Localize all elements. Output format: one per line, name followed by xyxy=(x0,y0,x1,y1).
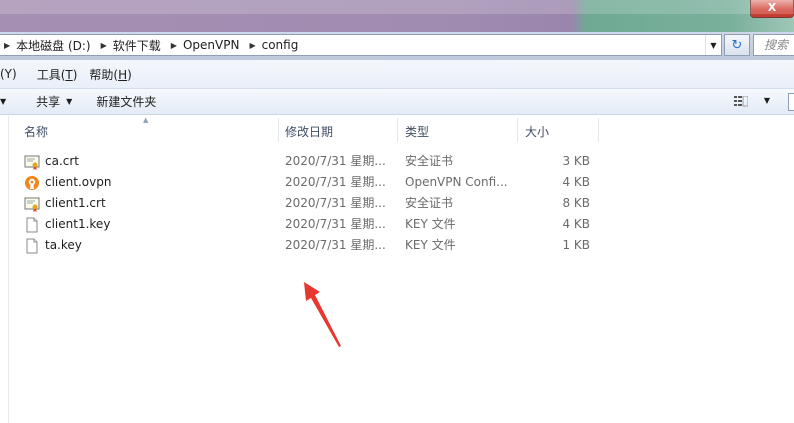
address-row: ▶ 本地磁盘 (D:) ▶ 软件下载 ▶ OpenVPN ▶ config ▼ … xyxy=(0,32,794,60)
file-size: 1 KB xyxy=(562,238,590,252)
column-divider[interactable] xyxy=(278,118,279,142)
breadcrumb-item-config[interactable]: ▶ config xyxy=(245,35,304,55)
file-icon xyxy=(26,238,38,253)
certificate-icon xyxy=(24,155,40,170)
annotation-arrow-icon xyxy=(304,282,341,347)
close-button[interactable]: X xyxy=(750,0,794,18)
file-date: 2020/7/31 星期... xyxy=(285,217,386,231)
chevron-down-icon: ▼ xyxy=(66,97,73,106)
column-divider[interactable] xyxy=(598,118,599,142)
file-type: KEY 文件 xyxy=(405,238,456,252)
close-icon: X xyxy=(767,1,777,14)
file-size: 4 KB xyxy=(562,175,590,189)
menu-item-tools[interactable]: 工具(T) xyxy=(31,66,84,83)
file-date: 2020/7/31 星期... xyxy=(285,154,386,168)
table-row[interactable]: client1.crt 2020/7/31 星期... 安全证书 8 KB xyxy=(20,193,600,214)
file-name: ta.key xyxy=(45,238,82,252)
breadcrumb-item-software[interactable]: ▶ 软件下载 xyxy=(97,35,167,55)
refresh-button[interactable]: ↻ xyxy=(724,34,750,56)
column-header-size[interactable]: 大小 xyxy=(525,118,597,144)
certificate-icon xyxy=(24,197,40,212)
view-dropdown-icon[interactable]: ▼ xyxy=(764,96,770,105)
table-row[interactable]: client1.key 2020/7/31 星期... KEY 文件 4 KB xyxy=(20,214,600,235)
search-input[interactable]: 搜索 xyxy=(753,34,794,56)
file-date: 2020/7/31 星期... xyxy=(285,196,386,210)
table-row[interactable]: ta.key 2020/7/31 星期... KEY 文件 1 KB xyxy=(20,235,600,256)
menu-item-view[interactable]: (Y) xyxy=(0,67,23,81)
chevron-right-icon[interactable]: ▶ xyxy=(171,41,177,50)
chevron-right-icon[interactable]: ▶ xyxy=(249,41,255,50)
new-folder-button[interactable]: 新建文件夹 xyxy=(88,89,164,114)
file-name: client.ovpn xyxy=(45,175,112,189)
chevron-right-icon[interactable]: ▶ xyxy=(101,41,107,50)
view-options-icon[interactable] xyxy=(734,96,748,107)
file-name: ca.crt xyxy=(45,154,80,168)
file-icon xyxy=(26,217,38,232)
table-row[interactable]: client.ovpn 2020/7/31 星期... OpenVPN Conf… xyxy=(20,172,600,193)
column-header-name[interactable]: 名称 xyxy=(24,118,276,144)
chevron-down-icon: ▼ xyxy=(0,97,7,106)
file-size: 3 KB xyxy=(562,154,590,168)
window-titlebar: X xyxy=(0,0,794,32)
file-name: client1.crt xyxy=(45,196,106,210)
file-size: 8 KB xyxy=(562,196,590,210)
file-type: 安全证书 xyxy=(405,154,454,168)
preview-pane-button[interactable] xyxy=(788,93,794,111)
breadcrumb-item-openvpn[interactable]: ▶ OpenVPN xyxy=(167,35,246,55)
share-button[interactable]: 共享 ▼ xyxy=(28,89,80,114)
column-header-type[interactable]: 类型 xyxy=(405,118,515,144)
file-type: OpenVPN Confi... xyxy=(405,175,508,189)
refresh-icon: ↻ xyxy=(731,37,743,53)
table-row[interactable]: ca.crt 2020/7/31 星期... 安全证书 3 KB xyxy=(20,151,600,172)
file-date: 2020/7/31 星期... xyxy=(285,175,386,189)
address-dropdown-icon[interactable]: ▼ xyxy=(705,35,721,55)
navigation-pane-edge[interactable] xyxy=(0,116,9,423)
column-header-date[interactable]: 修改日期 xyxy=(285,118,395,144)
file-type: 安全证书 xyxy=(405,196,454,210)
file-size: 4 KB xyxy=(562,217,590,231)
chevron-right-icon[interactable]: ▶ xyxy=(4,41,10,50)
openvpn-icon xyxy=(25,175,39,190)
file-date: 2020/7/31 星期... xyxy=(285,238,386,252)
address-bar[interactable]: ▶ 本地磁盘 (D:) ▶ 软件下载 ▶ OpenVPN ▶ config ▼ xyxy=(0,34,722,56)
file-name: client1.key xyxy=(45,217,111,231)
toolbar-edge-dropdown[interactable]: ▼ xyxy=(0,89,10,114)
breadcrumb-item-drive[interactable]: ▶ 本地磁盘 (D:) xyxy=(0,35,97,55)
column-divider[interactable] xyxy=(397,118,398,142)
column-divider[interactable] xyxy=(517,118,518,142)
menu-item-help[interactable]: 帮助(H) xyxy=(83,66,137,83)
search-placeholder: 搜索 xyxy=(764,38,789,52)
menu-bar: (Y) 工具(T) 帮助(H) xyxy=(0,60,794,89)
file-type: KEY 文件 xyxy=(405,217,456,231)
command-toolbar: ▼ 共享 ▼ 新建文件夹 ▼ xyxy=(0,89,794,115)
